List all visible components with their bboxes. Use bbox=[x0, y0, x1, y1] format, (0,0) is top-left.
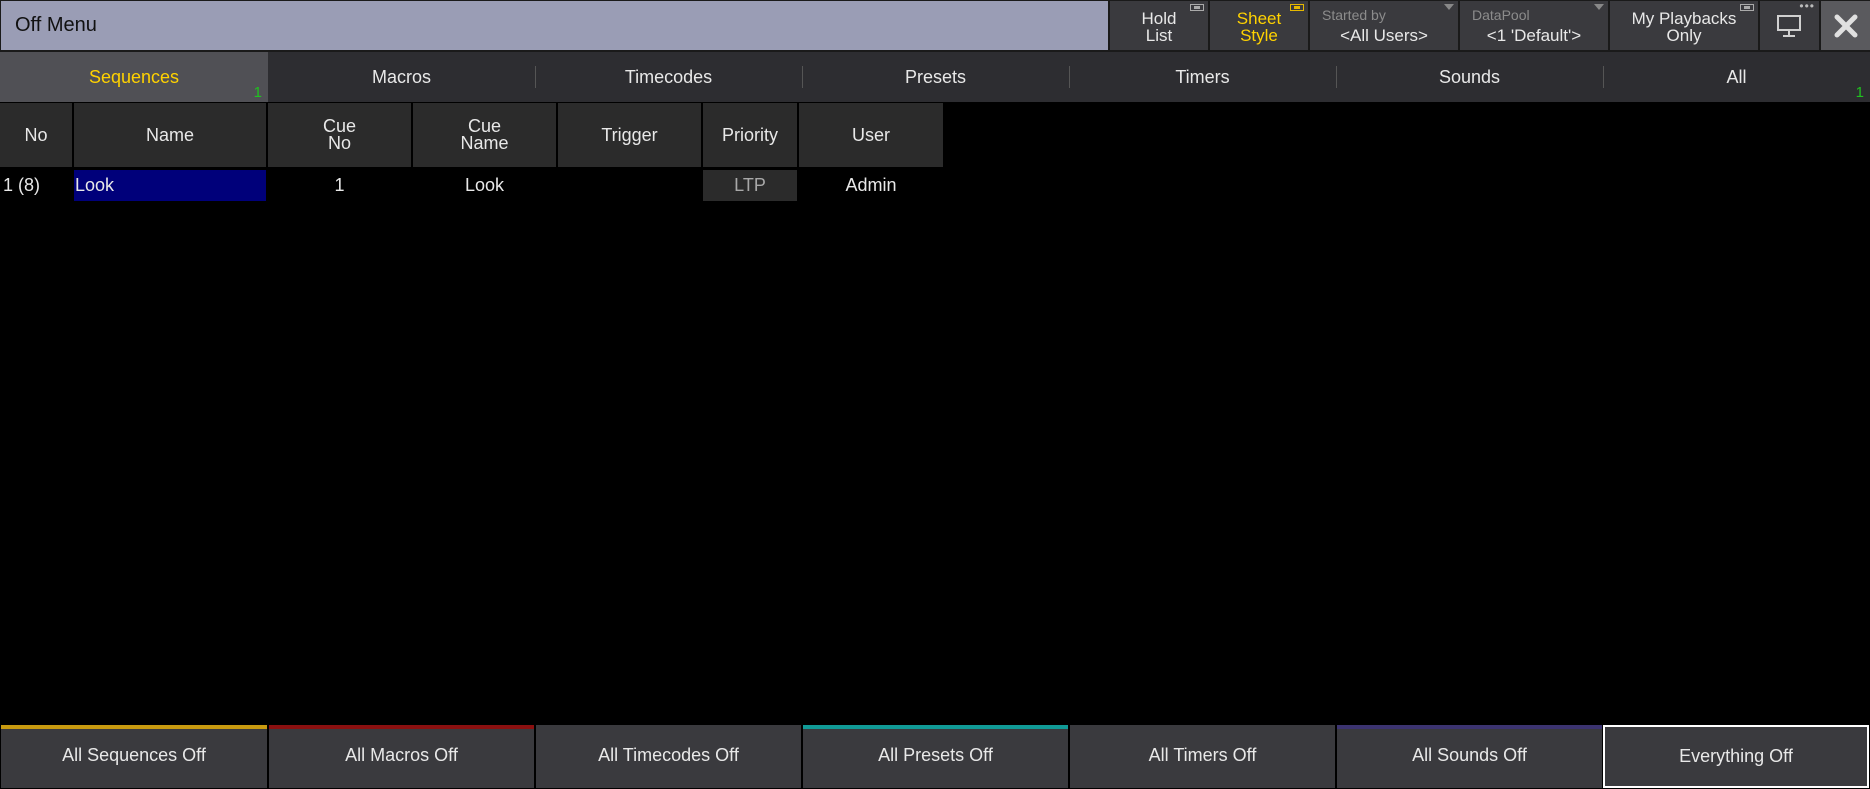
hold-list-button[interactable]: Hold List bbox=[1110, 1, 1208, 50]
column-header-label: Cue No bbox=[323, 117, 356, 153]
all-presets-off-button[interactable]: All Presets Off bbox=[803, 725, 1068, 788]
tab-timecodes[interactable]: Timecodes bbox=[535, 52, 802, 102]
tab-sounds[interactable]: Sounds bbox=[1336, 52, 1603, 102]
tab-macros[interactable]: Macros bbox=[268, 52, 535, 102]
color-stripe bbox=[1, 725, 267, 729]
all-macros-off-button[interactable]: All Macros Off bbox=[269, 725, 534, 788]
tab-label: All bbox=[1726, 67, 1747, 87]
tab-label: Sequences bbox=[88, 67, 180, 87]
button-label: All Timers Off bbox=[1148, 745, 1257, 765]
started-by-dropdown[interactable]: Started by <All Users> bbox=[1310, 1, 1458, 50]
column-header-name[interactable]: Name bbox=[74, 103, 266, 167]
button-label: Everything Off bbox=[1679, 746, 1793, 766]
dropdown-arrow-icon bbox=[1444, 4, 1454, 10]
hold-list-label-2: List bbox=[1145, 26, 1173, 45]
column-header-priority[interactable]: Priority bbox=[703, 103, 797, 167]
all-sounds-off-button[interactable]: All Sounds Off bbox=[1337, 725, 1602, 788]
column-header-cue-name[interactable]: Cue Name bbox=[413, 103, 556, 167]
tab-sequences[interactable]: Sequences 1 bbox=[0, 52, 268, 102]
column-header-label: User bbox=[851, 124, 890, 145]
cell-trigger[interactable] bbox=[558, 170, 701, 201]
monitor-icon bbox=[1777, 15, 1801, 37]
toggle-indicator-icon bbox=[1740, 4, 1754, 11]
dropdown-arrow-icon bbox=[1594, 4, 1604, 10]
everything-off-button[interactable]: Everything Off bbox=[1603, 725, 1869, 788]
tab-label: Presets bbox=[904, 67, 967, 87]
all-sequences-off-button[interactable]: All Sequences Off bbox=[1, 725, 267, 788]
tab-bar: Sequences 1 Macros Timecodes Presets Tim… bbox=[0, 52, 1870, 102]
tab-count: 1 bbox=[253, 84, 262, 101]
tab-all[interactable]: All 1 bbox=[1603, 52, 1870, 102]
tab-label: Timers bbox=[1175, 67, 1230, 87]
tab-presets[interactable]: Presets bbox=[802, 52, 1069, 102]
cell-user[interactable]: Admin bbox=[799, 170, 943, 201]
close-icon bbox=[1834, 14, 1858, 38]
toggle-indicator-icon bbox=[1290, 4, 1304, 11]
started-by-label: Started by bbox=[1322, 7, 1386, 23]
sheet-style-button[interactable]: Sheet Style bbox=[1210, 1, 1308, 50]
button-label: All Sequences Off bbox=[62, 745, 206, 765]
tab-label: Macros bbox=[371, 67, 431, 87]
datapool-dropdown[interactable]: DataPool <1 'Default'> bbox=[1460, 1, 1608, 50]
color-stripe bbox=[803, 725, 1068, 729]
button-label: All Macros Off bbox=[345, 745, 458, 765]
button-label: All Sounds Off bbox=[1412, 745, 1527, 765]
cell-priority[interactable]: LTP bbox=[703, 170, 797, 201]
color-stripe bbox=[269, 725, 534, 729]
button-label: All Timecodes Off bbox=[598, 745, 739, 765]
cell-no[interactable]: 1 (8) bbox=[3, 170, 73, 201]
display-button[interactable]: ••• bbox=[1760, 0, 1819, 50]
datapool-value: <1 'Default'> bbox=[1486, 26, 1582, 45]
tab-timers[interactable]: Timers bbox=[1069, 52, 1336, 102]
window-title: Off Menu bbox=[1, 1, 1108, 50]
column-header-label-bottom: No bbox=[327, 133, 351, 153]
button-label: All Presets Off bbox=[878, 745, 993, 765]
datapool-label: DataPool bbox=[1472, 7, 1530, 23]
title-bar: Off Menu Hold List Sheet Style Started b… bbox=[0, 0, 1870, 52]
all-timecodes-off-button[interactable]: All Timecodes Off bbox=[536, 725, 801, 788]
column-header-label-bottom: Name bbox=[460, 133, 509, 153]
my-playbacks-only-button[interactable]: My Playbacks Only bbox=[1610, 1, 1758, 50]
tab-label: Sounds bbox=[1438, 67, 1501, 87]
column-header-no[interactable]: No bbox=[0, 103, 72, 167]
sheet-style-label-2: Style bbox=[1240, 26, 1278, 45]
tab-label: Timecodes bbox=[624, 67, 713, 87]
column-header-cue-no[interactable]: Cue No bbox=[268, 103, 411, 167]
more-options-icon[interactable]: ••• bbox=[1799, 0, 1815, 12]
started-by-value: <All Users> bbox=[1340, 26, 1428, 45]
my-playbacks-label-2: Only bbox=[1666, 26, 1702, 45]
toggle-indicator-icon bbox=[1190, 4, 1204, 11]
cell-name[interactable]: Look bbox=[74, 170, 266, 201]
column-header-trigger[interactable]: Trigger bbox=[558, 103, 701, 167]
my-playbacks-label-1: My Playbacks bbox=[1631, 9, 1737, 28]
column-header-label: Priority bbox=[721, 124, 778, 145]
close-button[interactable] bbox=[1821, 1, 1870, 50]
cell-cue-no[interactable]: 1 bbox=[268, 170, 411, 201]
cell-cue-name[interactable]: Look bbox=[413, 170, 556, 201]
all-timers-off-button[interactable]: All Timers Off bbox=[1070, 725, 1335, 788]
column-header-label: Name bbox=[145, 124, 194, 145]
column-header-user[interactable]: User bbox=[799, 103, 943, 167]
color-stripe bbox=[1337, 725, 1602, 729]
column-header-label: Trigger bbox=[601, 124, 658, 145]
column-header-label: Cue Name bbox=[460, 117, 509, 153]
tab-count: 1 bbox=[1855, 84, 1864, 101]
column-header-label: No bbox=[24, 124, 48, 145]
